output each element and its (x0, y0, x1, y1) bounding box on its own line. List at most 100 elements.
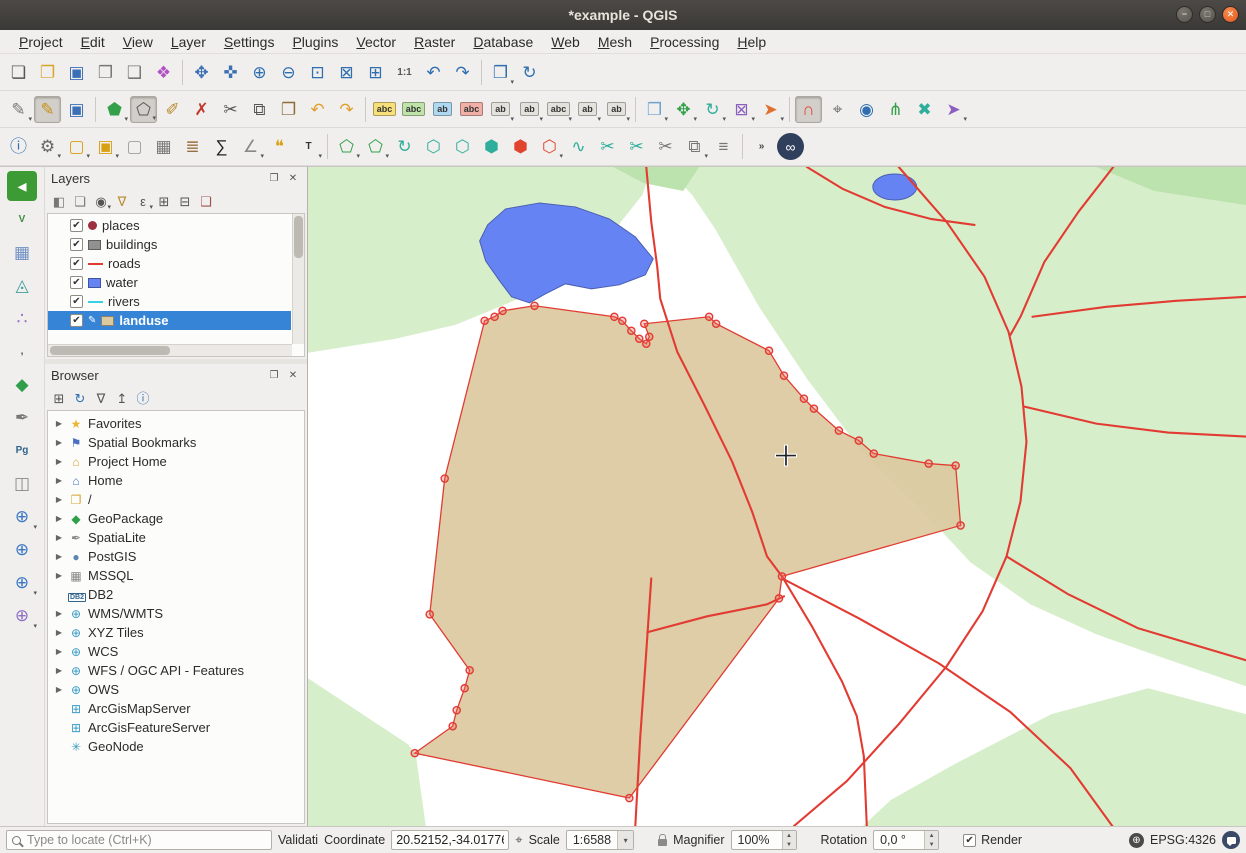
add-point-cloud-layer-button[interactable]: ∴ (7, 303, 37, 333)
vertex-marker[interactable] (646, 333, 653, 340)
layer-labeling-button[interactable]: abc (371, 96, 398, 123)
browser-item-geonode[interactable]: ✳GeoNode (48, 737, 304, 756)
expander-icon[interactable]: ▶ (54, 552, 64, 561)
layer-item-places[interactable]: ✔places (48, 216, 291, 235)
vertex-marker[interactable] (952, 462, 959, 469)
layer-item-water[interactable]: ✔water (48, 273, 291, 292)
redo-button[interactable]: ↷ (333, 96, 360, 123)
avoid-overlap-button[interactable]: ✖ (911, 96, 938, 123)
toggle-label-visibility-button[interactable]: ab▾ (603, 96, 630, 123)
toolbar-overflow-button[interactable]: » (748, 133, 775, 160)
vertex-marker[interactable] (775, 595, 782, 602)
add-ring-button[interactable]: ⬡ (449, 133, 476, 160)
move-feature-button[interactable]: ✥▾ (670, 96, 697, 123)
spin-steppers[interactable]: ▲▼ (782, 831, 796, 849)
vertex-marker[interactable] (499, 307, 506, 314)
browser-properties-button[interactable]: ⓘ (133, 388, 153, 408)
fill-ring-button[interactable]: ⬢ (507, 133, 534, 160)
expander-icon[interactable]: ▶ (54, 628, 64, 637)
add-spatialite-layer-button[interactable]: ✒ (7, 402, 37, 432)
vertex-marker[interactable] (800, 395, 807, 402)
expander-icon[interactable]: ▶ (54, 495, 64, 504)
vertex-marker[interactable] (855, 437, 862, 444)
zoom-in-button[interactable]: ⊕ (246, 59, 273, 86)
vertex-marker[interactable] (531, 302, 538, 309)
browser-item-home[interactable]: ▶⌂Home (48, 471, 304, 490)
locate-input[interactable] (27, 833, 266, 847)
locate-search[interactable] (6, 830, 272, 850)
render-checkbox[interactable]: ✔ Render (963, 833, 1022, 847)
browser-item-arcgisfeatureserver[interactable]: ⊞ArcGisFeatureServer (48, 718, 304, 737)
expander-icon[interactable]: ▶ (54, 666, 64, 675)
vertex-marker[interactable] (453, 707, 460, 714)
scrollbar-thumb[interactable] (50, 346, 170, 355)
remove-layer-button[interactable]: ❑ (196, 191, 216, 211)
merge-features-button[interactable]: ⧉▾ (681, 133, 708, 160)
vertex-marker[interactable] (626, 794, 633, 801)
add-wfs-layer-button[interactable]: ⊕▾ (7, 567, 37, 597)
browser-item--[interactable]: ▶❐/ (48, 490, 304, 509)
field-calculator-button[interactable]: ≣ (179, 133, 206, 160)
menu-plugins[interactable]: Plugins (283, 32, 347, 52)
browser-item-xyz-tiles[interactable]: ▶⊕XYZ Tiles (48, 623, 304, 642)
expander-icon[interactable]: ▶ (54, 457, 64, 466)
browser-item-wcs[interactable]: ▶⊕WCS (48, 642, 304, 661)
vertex-marker[interactable] (643, 340, 650, 347)
vertex-marker[interactable] (441, 475, 448, 482)
filter-legend-button[interactable]: ∇ (112, 191, 132, 211)
vertex-marker[interactable] (426, 611, 433, 618)
messages-button[interactable] (1222, 831, 1240, 849)
vertex-marker[interactable] (641, 320, 648, 327)
browser-item-project-home[interactable]: ▶⌂Project Home (48, 452, 304, 471)
layer-checkbox[interactable]: ✔ (70, 257, 83, 270)
menu-processing[interactable]: Processing (641, 32, 728, 52)
menu-settings[interactable]: Settings (215, 32, 284, 52)
layers-horizontal-scrollbar[interactable] (48, 344, 292, 356)
expander-icon[interactable]: ▶ (54, 533, 64, 542)
collapse-browser-button[interactable]: ↥ (112, 388, 132, 408)
current-edits-button[interactable]: ✎▾ (5, 96, 32, 123)
vertex-marker[interactable] (870, 450, 877, 457)
menu-help[interactable]: Help (728, 32, 775, 52)
new-project-button[interactable]: ❏ (5, 59, 32, 86)
vertex-marker[interactable] (765, 347, 772, 354)
undo-button[interactable]: ↶ (304, 96, 331, 123)
save-project-button[interactable]: ▣ (63, 59, 90, 86)
map-canvas[interactable] (307, 167, 1246, 826)
extent-toggle-icon[interactable]: ⌖ (515, 832, 522, 848)
snapping-toggle-button[interactable]: ∩ (795, 96, 822, 123)
select-by-expression-button[interactable]: ▣▾ (92, 133, 119, 160)
layer-checkbox[interactable]: ✔ (70, 276, 83, 289)
vertex-marker[interactable] (636, 335, 643, 342)
browser-item-spatialite[interactable]: ▶✒SpatiaLite (48, 528, 304, 547)
vertex-marker[interactable] (619, 317, 626, 324)
move-feature-copy-button[interactable]: ⬠▾ (333, 133, 360, 160)
menu-vector[interactable]: Vector (347, 32, 405, 52)
layer-checkbox[interactable]: ✔ (70, 238, 83, 251)
add-part-button[interactable]: ⬢ (478, 133, 505, 160)
rotation-spinbox[interactable]: 0,0 ° ▲▼ (873, 830, 939, 850)
offset-point-symbols-button[interactable]: ➤▾ (940, 96, 967, 123)
pin-unpin-labels-button[interactable]: ab▾ (574, 96, 601, 123)
save-layer-edits-button[interactable]: ▣ (63, 96, 90, 123)
delete-selected-button[interactable]: ✗ (188, 96, 215, 123)
toggle-editing-button[interactable]: ✎ (34, 96, 61, 123)
search-button[interactable]: ∞ (777, 133, 804, 160)
new-print-layout-button[interactable]: ❒ (92, 59, 119, 86)
vertex-marker[interactable] (491, 313, 498, 320)
browser-item-geopackage[interactable]: ▶◆GeoPackage (48, 509, 304, 528)
browser-item-wfs-ogc-api-features[interactable]: ▶⊕WFS / OGC API - Features (48, 661, 304, 680)
vertex-marker[interactable] (957, 522, 964, 529)
menu-layer[interactable]: Layer (162, 32, 215, 52)
paste-features-button[interactable]: ❐ (275, 96, 302, 123)
identify-features-button[interactable]: ⓘ (5, 133, 32, 160)
reshape-features-button[interactable]: ✂ (594, 133, 621, 160)
open-attribute-table-button[interactable]: ▦ (150, 133, 177, 160)
layers-vertical-scrollbar[interactable] (292, 214, 304, 344)
copy-features-button[interactable]: ⧉ (246, 96, 273, 123)
expander-icon[interactable]: ▶ (54, 609, 64, 618)
data-source-manager-button[interactable]: ◂ (7, 171, 37, 201)
copy-move-feature-button[interactable]: ⬠▾ (362, 133, 389, 160)
open-layer-styling-button[interactable]: ◧ (49, 191, 69, 211)
minimize-button[interactable]: − (1176, 6, 1193, 23)
